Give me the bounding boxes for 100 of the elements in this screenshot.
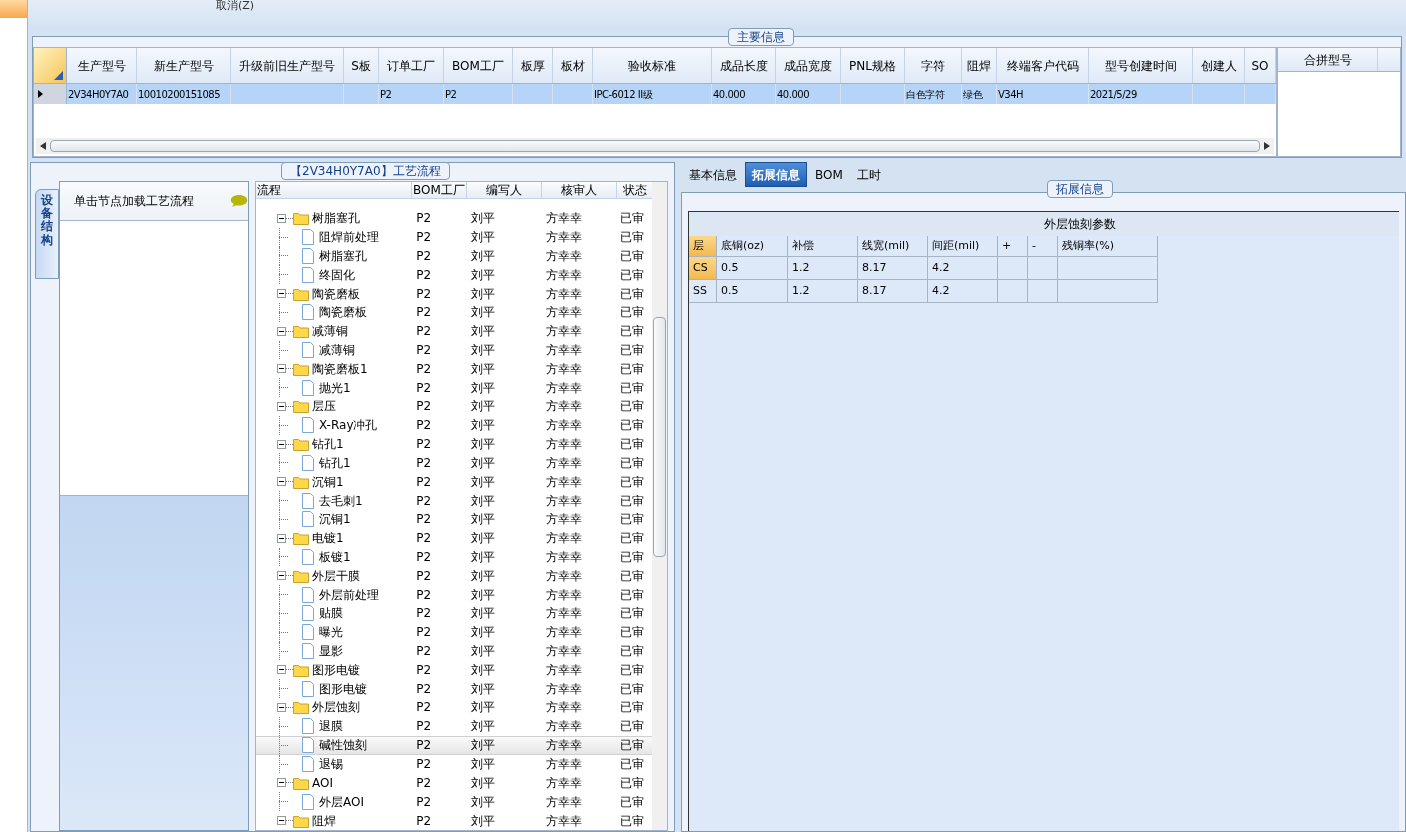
collapse-icon[interactable] [277, 571, 286, 581]
collapse-icon[interactable] [277, 439, 286, 449]
tree-cell-text: 刘平 [470, 266, 495, 284]
column-header[interactable]: 字符 [905, 48, 962, 83]
column-header[interactable]: 编写人 [467, 182, 542, 198]
tree-node-label[interactable]: 退锡 [319, 755, 343, 774]
tab[interactable]: 工时 [850, 162, 887, 187]
collapse-icon[interactable] [277, 816, 286, 825]
tree-cell-text: P2 [416, 737, 432, 754]
tree-cell-text: P2 [416, 454, 432, 472]
column-header[interactable]: 终端客户代码 [997, 48, 1089, 83]
tree-node-label[interactable]: 陶瓷磨板 [312, 284, 360, 303]
column-header[interactable]: 升级前旧生产型号 [231, 48, 344, 83]
tree-node-label[interactable]: 抛光1 [319, 378, 351, 397]
column-header[interactable]: PNL规格 [841, 48, 905, 83]
tree-node-label[interactable]: 碱性蚀刻 [319, 736, 367, 755]
column-header[interactable]: BOM工厂 [412, 182, 467, 198]
collapse-icon[interactable] [277, 665, 286, 675]
column-header[interactable]: 阻焊 [962, 48, 997, 83]
collapse-icon[interactable] [277, 533, 286, 543]
column-header[interactable]: 新生产型号 [137, 48, 231, 83]
tree-node-label[interactable]: 电镀1 [312, 529, 344, 548]
column-header[interactable]: 验收标准 [593, 48, 712, 83]
tree-node-label[interactable]: 板镀1 [319, 547, 351, 566]
tree-node-label[interactable]: 减薄铜 [319, 341, 355, 359]
tree-node-label[interactable]: 沉铜1 [319, 510, 351, 529]
tree-node-label[interactable]: 外层蚀刻 [312, 698, 360, 717]
tree-node-label[interactable]: 钻孔1 [312, 435, 344, 454]
tree-node-label[interactable]: 外层AOI [319, 792, 364, 811]
tree-node-label[interactable]: 树脂塞孔 [312, 209, 360, 228]
table-cell-text: 白色字符 [906, 87, 944, 102]
tree-cell-text: P2 [416, 530, 432, 548]
tab[interactable]: 基本信息 [683, 162, 743, 187]
scroll-left-icon[interactable] [40, 142, 46, 150]
column-header[interactable]: 成品长度 [712, 48, 776, 83]
horizontal-scrollbar[interactable] [36, 138, 1274, 154]
tree-node-label[interactable]: 贴膜 [319, 604, 343, 623]
collapse-icon[interactable] [277, 326, 286, 336]
tree-cell-text: 刘平 [470, 436, 495, 454]
tree-node-label[interactable]: 沉铜1 [312, 472, 344, 491]
document-icon [301, 417, 315, 434]
tree-cell-text: P2 [416, 210, 432, 228]
tree-cell-text: 方幸幸 [545, 774, 582, 792]
scroll-right-icon[interactable] [1264, 142, 1270, 150]
column-header[interactable]: 创建人 [1193, 48, 1245, 83]
column-header[interactable]: 成品宽度 [776, 48, 841, 83]
cancel-button[interactable]: 取消(Z) [208, 0, 263, 12]
tree-cell-text: P2 [416, 793, 432, 811]
tree-cell-text: 已审 [620, 624, 645, 642]
column-header[interactable]: 流程 [256, 182, 412, 198]
collapse-icon[interactable] [277, 213, 286, 223]
select-all-corner[interactable] [34, 48, 67, 83]
tree-node-label[interactable]: AOI [312, 773, 333, 792]
column-header[interactable]: 板厚 [513, 48, 553, 83]
column-header[interactable]: 板材 [553, 48, 593, 83]
tree-node-label[interactable]: 终固化 [319, 265, 355, 284]
tab[interactable]: 拓展信息 [745, 162, 807, 187]
tree-node-label[interactable]: 阻焊 [312, 811, 336, 830]
tree-cell-text: 方幸幸 [545, 812, 582, 830]
tree-cell-text: 刘平 [470, 586, 495, 604]
collapse-icon[interactable] [277, 477, 286, 487]
tree-node-label[interactable]: 陶瓷磨板 [319, 303, 367, 322]
collapse-icon[interactable] [277, 778, 286, 788]
tree-node-label[interactable]: 减薄铜 [312, 322, 348, 341]
column-header[interactable]: BOM工厂 [444, 48, 513, 83]
tree-node-label[interactable]: 曝光 [319, 623, 343, 642]
tree-cell-text: 方幸幸 [545, 342, 582, 359]
column-header[interactable]: 生产型号 [67, 48, 137, 83]
tree-cell-text: 已审 [620, 567, 645, 585]
tree-node-label[interactable]: 退膜 [319, 717, 343, 736]
collapse-icon[interactable] [277, 702, 286, 712]
tree-node-label[interactable]: 树脂塞孔 [319, 246, 367, 265]
column-header[interactable]: SO [1245, 48, 1276, 83]
tree-node-label[interactable]: 陶瓷磨板1 [312, 359, 368, 378]
tree-node-label[interactable]: 阻焊前处理 [319, 228, 379, 247]
row-header: SS [689, 280, 717, 303]
tree-node-label[interactable]: 外层前处理 [319, 585, 379, 604]
tree-cell-text: 刘平 [470, 756, 495, 774]
column-header[interactable]: 核审人 [542, 182, 617, 198]
tab[interactable]: BOM [809, 162, 849, 187]
vertical-tab[interactable]: 设备结构 [35, 189, 59, 279]
collapse-icon[interactable] [277, 401, 286, 411]
tree-cell-text: P2 [416, 398, 432, 416]
tree-node-label[interactable]: 外层干膜 [312, 566, 360, 585]
tree-node-label[interactable]: 图形电镀 [319, 679, 367, 698]
column-header[interactable]: 型号创建时间 [1089, 48, 1193, 83]
tree-node-label[interactable]: 去毛刺1 [319, 491, 363, 510]
tree-cell-text: 刘平 [470, 304, 495, 322]
tree-node-label[interactable]: X-Ray冲孔 [319, 416, 378, 435]
tree-node-label[interactable]: 图形电镀 [312, 660, 360, 679]
tree-node-label[interactable]: 层压 [312, 397, 336, 416]
column-header[interactable]: 订单工厂 [379, 48, 444, 83]
tree-node-label[interactable]: 显影 [319, 642, 343, 660]
collapse-icon[interactable] [277, 364, 286, 374]
tree-node-label[interactable]: 钻孔1 [319, 453, 351, 472]
tree-cell-text: P2 [416, 436, 432, 454]
collapse-icon[interactable] [277, 289, 286, 299]
column-header[interactable]: S板 [344, 48, 379, 83]
row-header[interactable] [34, 84, 67, 104]
vertical-scrollbar[interactable] [652, 182, 667, 830]
